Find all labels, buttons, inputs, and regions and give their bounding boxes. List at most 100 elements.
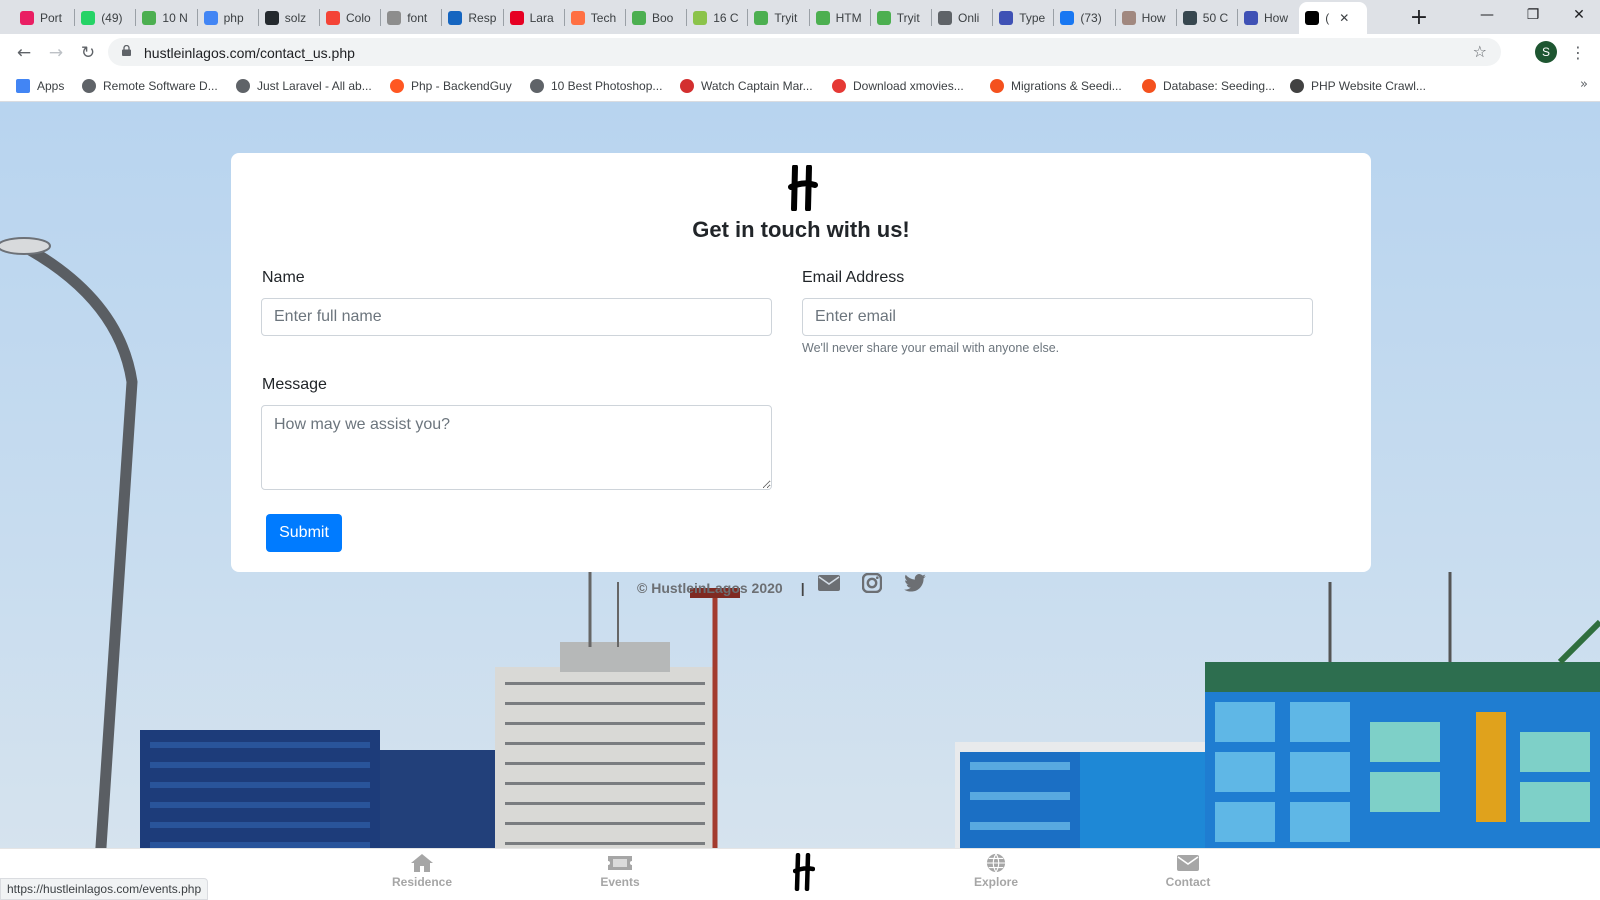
browser-tab[interactable]: solz	[259, 4, 318, 32]
browser-tab[interactable]: font	[381, 4, 440, 32]
bookmark-item[interactable]: Watch Captain Mar...	[680, 78, 813, 94]
nav-item-residence[interactable]: Residence	[377, 853, 467, 897]
tab-title: 10 N	[162, 11, 188, 25]
envelope-icon[interactable]	[818, 574, 840, 592]
avatar-icon	[1121, 11, 1136, 25]
tab-strip: Port (49) 10 N php solz Colo font Resp Lara Tech B…	[0, 0, 1600, 34]
browser-tab[interactable]: HTM	[810, 4, 869, 32]
browser-tab[interactable]: (✕	[1299, 2, 1368, 34]
laravel-icon	[990, 79, 1004, 93]
bookmark-label: Just Laravel - All ab...	[257, 79, 372, 93]
w3schools-icon	[815, 11, 830, 25]
nav-item-events[interactable]: Events	[575, 853, 665, 897]
tab-title: font	[407, 11, 428, 25]
browser-tab[interactable]: Tryit	[871, 4, 930, 32]
bookmark-item[interactable]: Remote Software D...	[82, 78, 218, 94]
laravel-icon	[1142, 79, 1156, 93]
back-icon[interactable]: ←	[12, 41, 36, 65]
name-input[interactable]	[261, 298, 772, 336]
bookmark-item[interactable]: Database: Seeding...	[1142, 78, 1275, 94]
browser-tab[interactable]: Tech	[565, 4, 624, 32]
x-circle-icon	[680, 79, 694, 93]
bookmark-item[interactable]: 10 Best Photoshop...	[530, 78, 662, 94]
tab-title: (73)	[1080, 11, 1102, 25]
bottom-navigation: Residence Events Explore Contact	[0, 848, 1600, 900]
browser-tab[interactable]: (73)	[1054, 4, 1113, 32]
browser-tab[interactable]: Port	[14, 4, 73, 32]
download-icon	[832, 79, 846, 93]
submit-button[interactable]: Submit	[266, 514, 342, 552]
flag-icon	[387, 11, 402, 25]
nav-item-explore[interactable]: Explore	[951, 853, 1041, 897]
message-textarea[interactable]	[261, 405, 772, 490]
hustle-logo-icon	[1305, 11, 1320, 25]
nav-item-contact[interactable]: Contact	[1143, 853, 1233, 897]
apps-grid-icon	[16, 79, 30, 93]
green-pin-icon	[693, 11, 708, 25]
browser-tab[interactable]: How	[1238, 4, 1297, 32]
browser-tab[interactable]: Tryit	[748, 4, 807, 32]
copyright-text: © HustleinLagos 2020	[637, 580, 783, 596]
bookmarks-overflow-icon[interactable]: »	[1580, 77, 1588, 92]
url-text: hustleinlagos.com/contact_us.php	[144, 45, 355, 61]
envelope-icon	[1177, 855, 1199, 871]
bookmark-item[interactable]: PHP Website Crawl...	[1290, 78, 1426, 94]
pinterest-icon	[509, 11, 524, 25]
new-tab-button[interactable]: +	[1396, 2, 1442, 32]
bookmark-item[interactable]: Apps	[16, 78, 64, 94]
reload-icon[interactable]: ↻	[76, 41, 100, 65]
tab-title: solz	[284, 11, 307, 25]
browser-tab[interactable]: 50 C	[1177, 4, 1236, 32]
footer-separator: |	[800, 580, 805, 596]
browser-tab[interactable]: Lara	[504, 4, 563, 32]
nav-label-residence: Residence	[391, 875, 453, 889]
bookmark-label: PHP Website Crawl...	[1311, 79, 1426, 93]
browser-tab[interactable]: 16 C	[687, 4, 746, 32]
w3schools-icon	[754, 11, 769, 25]
browser-tab[interactable]: Onli	[932, 4, 991, 32]
browser-tab[interactable]: (49)	[75, 4, 134, 32]
ticket-icon	[608, 856, 632, 870]
browser-tab[interactable]: Boo	[626, 4, 685, 32]
close-window-icon[interactable]: ✕	[1556, 0, 1600, 30]
forward-icon[interactable]: →	[44, 41, 68, 65]
tab-title: Port	[40, 11, 63, 25]
bookmark-item[interactable]: Download xmovies...	[832, 78, 964, 94]
tab-title: Tryit	[774, 11, 798, 25]
tab-title: Type	[1019, 11, 1046, 25]
browser-tab[interactable]: Type	[993, 4, 1052, 32]
bookmark-label: Migrations & Seedi...	[1011, 79, 1122, 93]
minimize-icon[interactable]: —	[1464, 0, 1510, 30]
w3schools-icon	[632, 11, 646, 25]
tab-title: How	[1141, 11, 1166, 25]
profile-avatar[interactable]: S	[1535, 41, 1557, 63]
browser-tab[interactable]: How	[1116, 4, 1175, 32]
browser-tab[interactable]: Resp	[442, 4, 501, 32]
browser-tab[interactable]: Colo	[320, 4, 379, 32]
tab-title: Tryit	[896, 11, 920, 25]
blue-app-icon	[448, 11, 463, 25]
instagram-icon[interactable]	[862, 573, 882, 593]
email-input[interactable]	[802, 298, 1313, 336]
tab-title: 16 C	[713, 11, 739, 25]
globe-icon	[938, 11, 952, 25]
bookmark-star-icon[interactable]: ☆	[1473, 42, 1487, 61]
twitter-icon[interactable]	[904, 574, 926, 592]
bookmark-item[interactable]: Migrations & Seedi...	[990, 78, 1122, 94]
browser-tab[interactable]: php	[198, 4, 257, 32]
tab-title: How	[1264, 11, 1289, 25]
bookmark-item[interactable]: Php - BackendGuy	[390, 78, 512, 94]
bookmark-item[interactable]: Just Laravel - All ab...	[236, 78, 372, 94]
restore-icon[interactable]: ❐	[1510, 0, 1556, 30]
close-tab-icon[interactable]: ✕	[1339, 11, 1349, 25]
hustle-logo-icon[interactable]	[793, 853, 815, 891]
bookmark-label: 10 Best Photoshop...	[551, 79, 663, 93]
menu-kebab-icon[interactable]: ⋮	[1570, 41, 1586, 63]
tab-title: Boo	[652, 11, 674, 25]
browser-tab[interactable]: 10 N	[136, 4, 195, 32]
address-bar[interactable]: hustleinlagos.com/contact_us.php ☆	[108, 38, 1501, 66]
globe-icon	[530, 79, 544, 93]
email-label: Email Address	[802, 269, 905, 286]
nav-label-contact: Contact	[1165, 875, 1211, 889]
tab-title: (	[1325, 11, 1330, 25]
